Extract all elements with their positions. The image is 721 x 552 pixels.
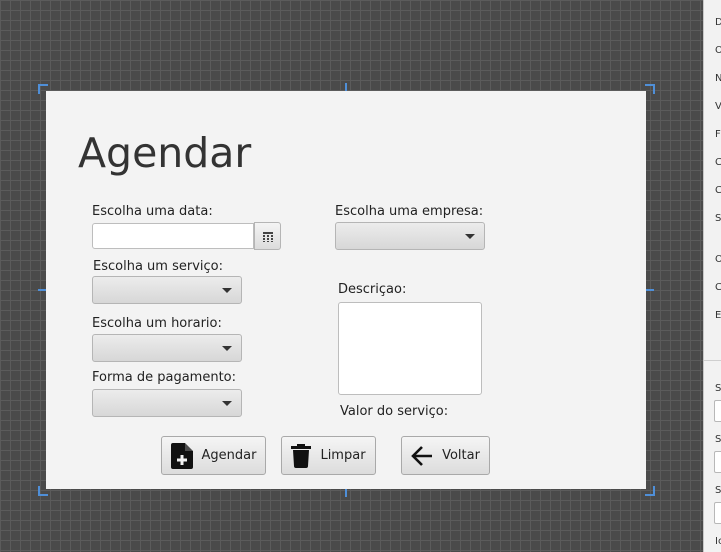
panel-label: O xyxy=(715,45,721,56)
panel-label: O xyxy=(715,254,721,265)
description-textarea[interactable] xyxy=(338,302,482,395)
panel-label: E xyxy=(715,310,721,321)
panel-label: C xyxy=(715,157,721,168)
schedule-button-label: Agendar xyxy=(201,448,257,463)
selection-handle[interactable] xyxy=(645,84,655,94)
date-label: Escolha uma data: xyxy=(92,204,213,219)
payment-select[interactable] xyxy=(92,389,242,417)
page-title: Agendar xyxy=(78,129,252,177)
time-select[interactable] xyxy=(92,334,242,362)
add-file-icon xyxy=(170,442,193,469)
panel-label: F xyxy=(715,129,721,140)
selection-handle[interactable] xyxy=(645,486,655,496)
service-label: Escolha um serviço: xyxy=(93,259,223,274)
selection-handle[interactable] xyxy=(345,83,347,91)
panel-field[interactable] xyxy=(714,502,721,524)
form-canvas: Agendar Escolha uma data: Escolha um ser… xyxy=(46,91,646,489)
payment-label: Forma de pagamento: xyxy=(92,370,236,385)
panel-field[interactable] xyxy=(714,400,721,422)
panel-field[interactable] xyxy=(714,451,721,473)
chevron-down-icon xyxy=(465,234,475,239)
panel-label: N xyxy=(715,73,721,84)
panel-label: C xyxy=(715,282,721,293)
service-value-label: Valor do serviço: xyxy=(340,404,449,419)
panel-label: S xyxy=(715,383,721,394)
panel-divider xyxy=(704,360,721,361)
properties-panel: D O N V F C C S O C E S S S Ic xyxy=(703,0,721,552)
panel-label: S xyxy=(715,434,721,445)
date-picker-button[interactable] xyxy=(254,222,281,250)
back-button-label: Voltar xyxy=(442,448,480,463)
schedule-button[interactable]: Agendar xyxy=(161,436,266,475)
selection-handle[interactable] xyxy=(646,289,654,291)
chevron-down-icon xyxy=(222,288,232,293)
selection-handle[interactable] xyxy=(38,289,46,291)
back-button[interactable]: Voltar xyxy=(401,436,490,475)
calendar-icon xyxy=(262,227,273,246)
time-label: Escolha um horario: xyxy=(92,316,222,331)
panel-label: D xyxy=(715,17,721,28)
arrow-left-icon xyxy=(411,445,433,466)
clear-button[interactable]: Limpar xyxy=(281,436,376,475)
company-label: Escolha uma empresa: xyxy=(335,204,484,219)
panel-label: C xyxy=(715,185,721,196)
trash-icon xyxy=(291,443,312,468)
company-select[interactable] xyxy=(335,222,485,250)
chevron-down-icon xyxy=(222,346,232,351)
panel-label: S xyxy=(715,485,721,496)
description-label: Descriçao: xyxy=(338,282,407,297)
chevron-down-icon xyxy=(222,401,232,406)
panel-label: S xyxy=(715,213,721,224)
panel-label: Ic xyxy=(715,536,721,547)
service-select[interactable] xyxy=(92,276,242,304)
clear-button-label: Limpar xyxy=(320,448,366,463)
selection-handle[interactable] xyxy=(345,489,347,497)
date-field[interactable] xyxy=(92,223,254,249)
panel-label: V xyxy=(715,101,721,112)
